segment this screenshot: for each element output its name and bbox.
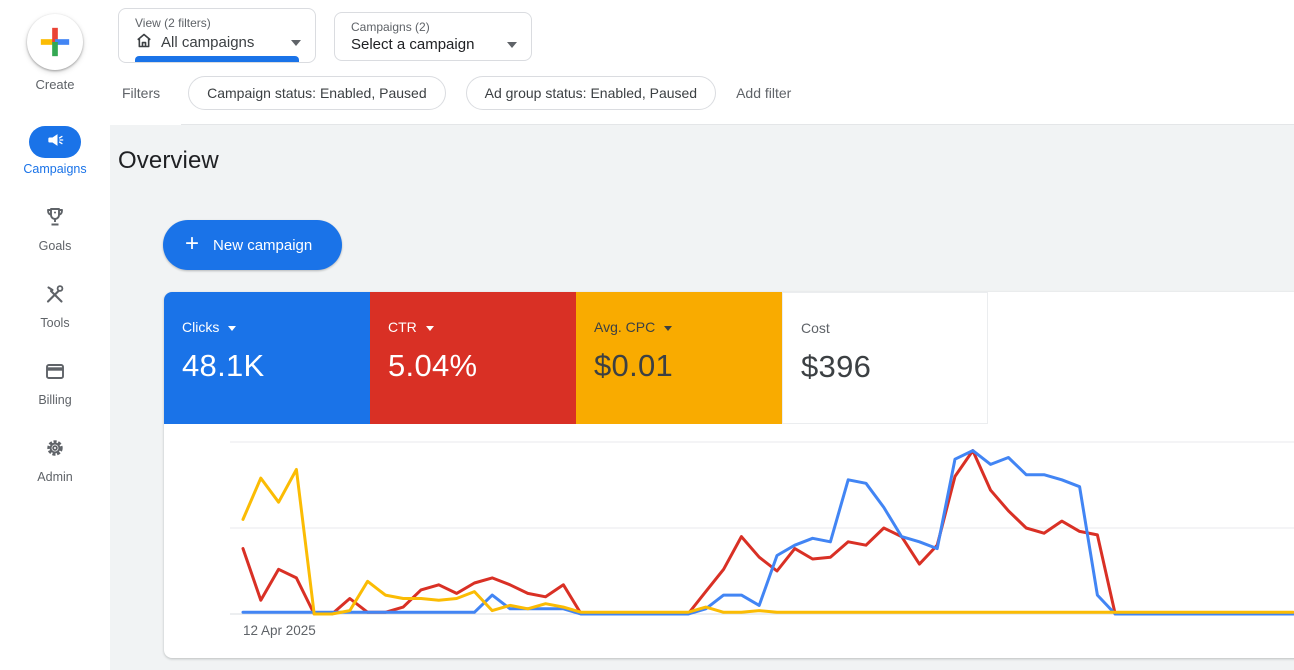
filters-bar: Filters Campaign status: Enabled, Paused… bbox=[118, 76, 1294, 124]
scorecard-value: $0.01 bbox=[594, 348, 782, 384]
google-ads-app: Create Campaigns bbox=[0, 0, 1294, 670]
scorecard-value: 48.1K bbox=[182, 348, 370, 384]
sidebar-item-billing[interactable]: Billing bbox=[29, 357, 81, 407]
create-button[interactable]: Create bbox=[27, 14, 83, 92]
scorecard-label: Cost bbox=[801, 320, 830, 336]
sidebar-item-label: Goals bbox=[39, 239, 72, 253]
view-dropdown[interactable]: View (2 filters) All campaigns bbox=[118, 8, 316, 63]
campaign-dropdown-label: Campaigns (2) bbox=[351, 20, 517, 34]
chevron-down-icon bbox=[507, 42, 517, 48]
scorecard-value: $396 bbox=[801, 349, 987, 385]
add-filter-button[interactable]: Add filter bbox=[736, 85, 791, 101]
home-icon bbox=[135, 32, 153, 53]
scorecard-cost[interactable]: Cost $396 bbox=[782, 292, 988, 424]
gear-icon bbox=[43, 436, 67, 465]
chevron-down-icon bbox=[228, 326, 236, 331]
chart-series-avg-cpc bbox=[243, 470, 1293, 615]
wrench-hammer-icon bbox=[43, 282, 67, 311]
filter-chip-campaign-status[interactable]: Campaign status: Enabled, Paused bbox=[188, 76, 445, 110]
performance-chart[interactable]: 12 Apr 2025 bbox=[164, 425, 1294, 657]
chart-series-clicks bbox=[243, 451, 1293, 614]
sidebar-item-label: Billing bbox=[38, 393, 71, 407]
filters-label: Filters bbox=[122, 85, 160, 101]
topbar: View (2 filters) All campaigns bbox=[110, 0, 1294, 125]
sidebar-item-tools[interactable]: Tools bbox=[29, 280, 81, 330]
scorecard-clicks[interactable]: Clicks 48.1K bbox=[164, 292, 370, 424]
credit-card-icon bbox=[43, 359, 67, 388]
line-chart-canvas bbox=[164, 425, 1294, 657]
sidebar-item-label: Tools bbox=[40, 316, 69, 330]
create-label: Create bbox=[27, 77, 83, 92]
sidebar-item-label: Campaigns bbox=[23, 162, 86, 176]
new-campaign-button[interactable]: + New campaign bbox=[163, 220, 342, 270]
new-campaign-label: New campaign bbox=[213, 237, 312, 254]
overview-card: Clicks 48.1K CTR 5.04% Avg. CPC $0.01 Co… bbox=[164, 292, 1294, 658]
filter-chip-ad-group-status[interactable]: Ad group status: Enabled, Paused bbox=[466, 76, 716, 110]
sidebar: Create Campaigns bbox=[0, 0, 110, 670]
scorecard-label: Clicks bbox=[182, 319, 219, 335]
overview-content: Overview + New campaign Clicks 48.1K CTR… bbox=[110, 125, 1294, 670]
view-dropdown-value: All campaigns bbox=[161, 34, 254, 51]
chevron-down-icon bbox=[291, 40, 301, 46]
megaphone-icon bbox=[45, 130, 65, 155]
chart-series-ctr bbox=[243, 451, 1293, 614]
sidebar-item-admin[interactable]: Admin bbox=[29, 434, 81, 484]
sidebar-item-label: Admin bbox=[37, 470, 72, 484]
sidebar-item-goals[interactable]: Goals bbox=[29, 203, 81, 253]
chevron-down-icon bbox=[664, 326, 672, 331]
main-area: View (2 filters) All campaigns bbox=[110, 0, 1294, 670]
scorecard-row: Clicks 48.1K CTR 5.04% Avg. CPC $0.01 Co… bbox=[164, 292, 1294, 424]
scorecard-avg-cpc[interactable]: Avg. CPC $0.01 bbox=[576, 292, 782, 424]
view-dropdown-label: View (2 filters) bbox=[135, 16, 301, 30]
scorecard-value: 5.04% bbox=[388, 348, 576, 384]
x-axis-start-label: 12 Apr 2025 bbox=[243, 623, 316, 638]
google-plus-icon bbox=[27, 14, 83, 70]
page-title: Overview bbox=[118, 147, 1294, 175]
scorecard-label: Avg. CPC bbox=[594, 319, 655, 335]
campaign-dropdown-value: Select a campaign bbox=[351, 36, 474, 53]
scorecard-label: CTR bbox=[388, 319, 417, 335]
sidebar-item-campaigns[interactable]: Campaigns bbox=[23, 126, 86, 176]
campaign-dropdown[interactable]: Campaigns (2) Select a campaign bbox=[334, 12, 532, 61]
active-view-indicator bbox=[135, 56, 299, 62]
chevron-down-icon bbox=[426, 326, 434, 331]
plus-icon: + bbox=[185, 232, 199, 256]
scorecard-ctr[interactable]: CTR 5.04% bbox=[370, 292, 576, 424]
trophy-icon bbox=[43, 205, 67, 234]
